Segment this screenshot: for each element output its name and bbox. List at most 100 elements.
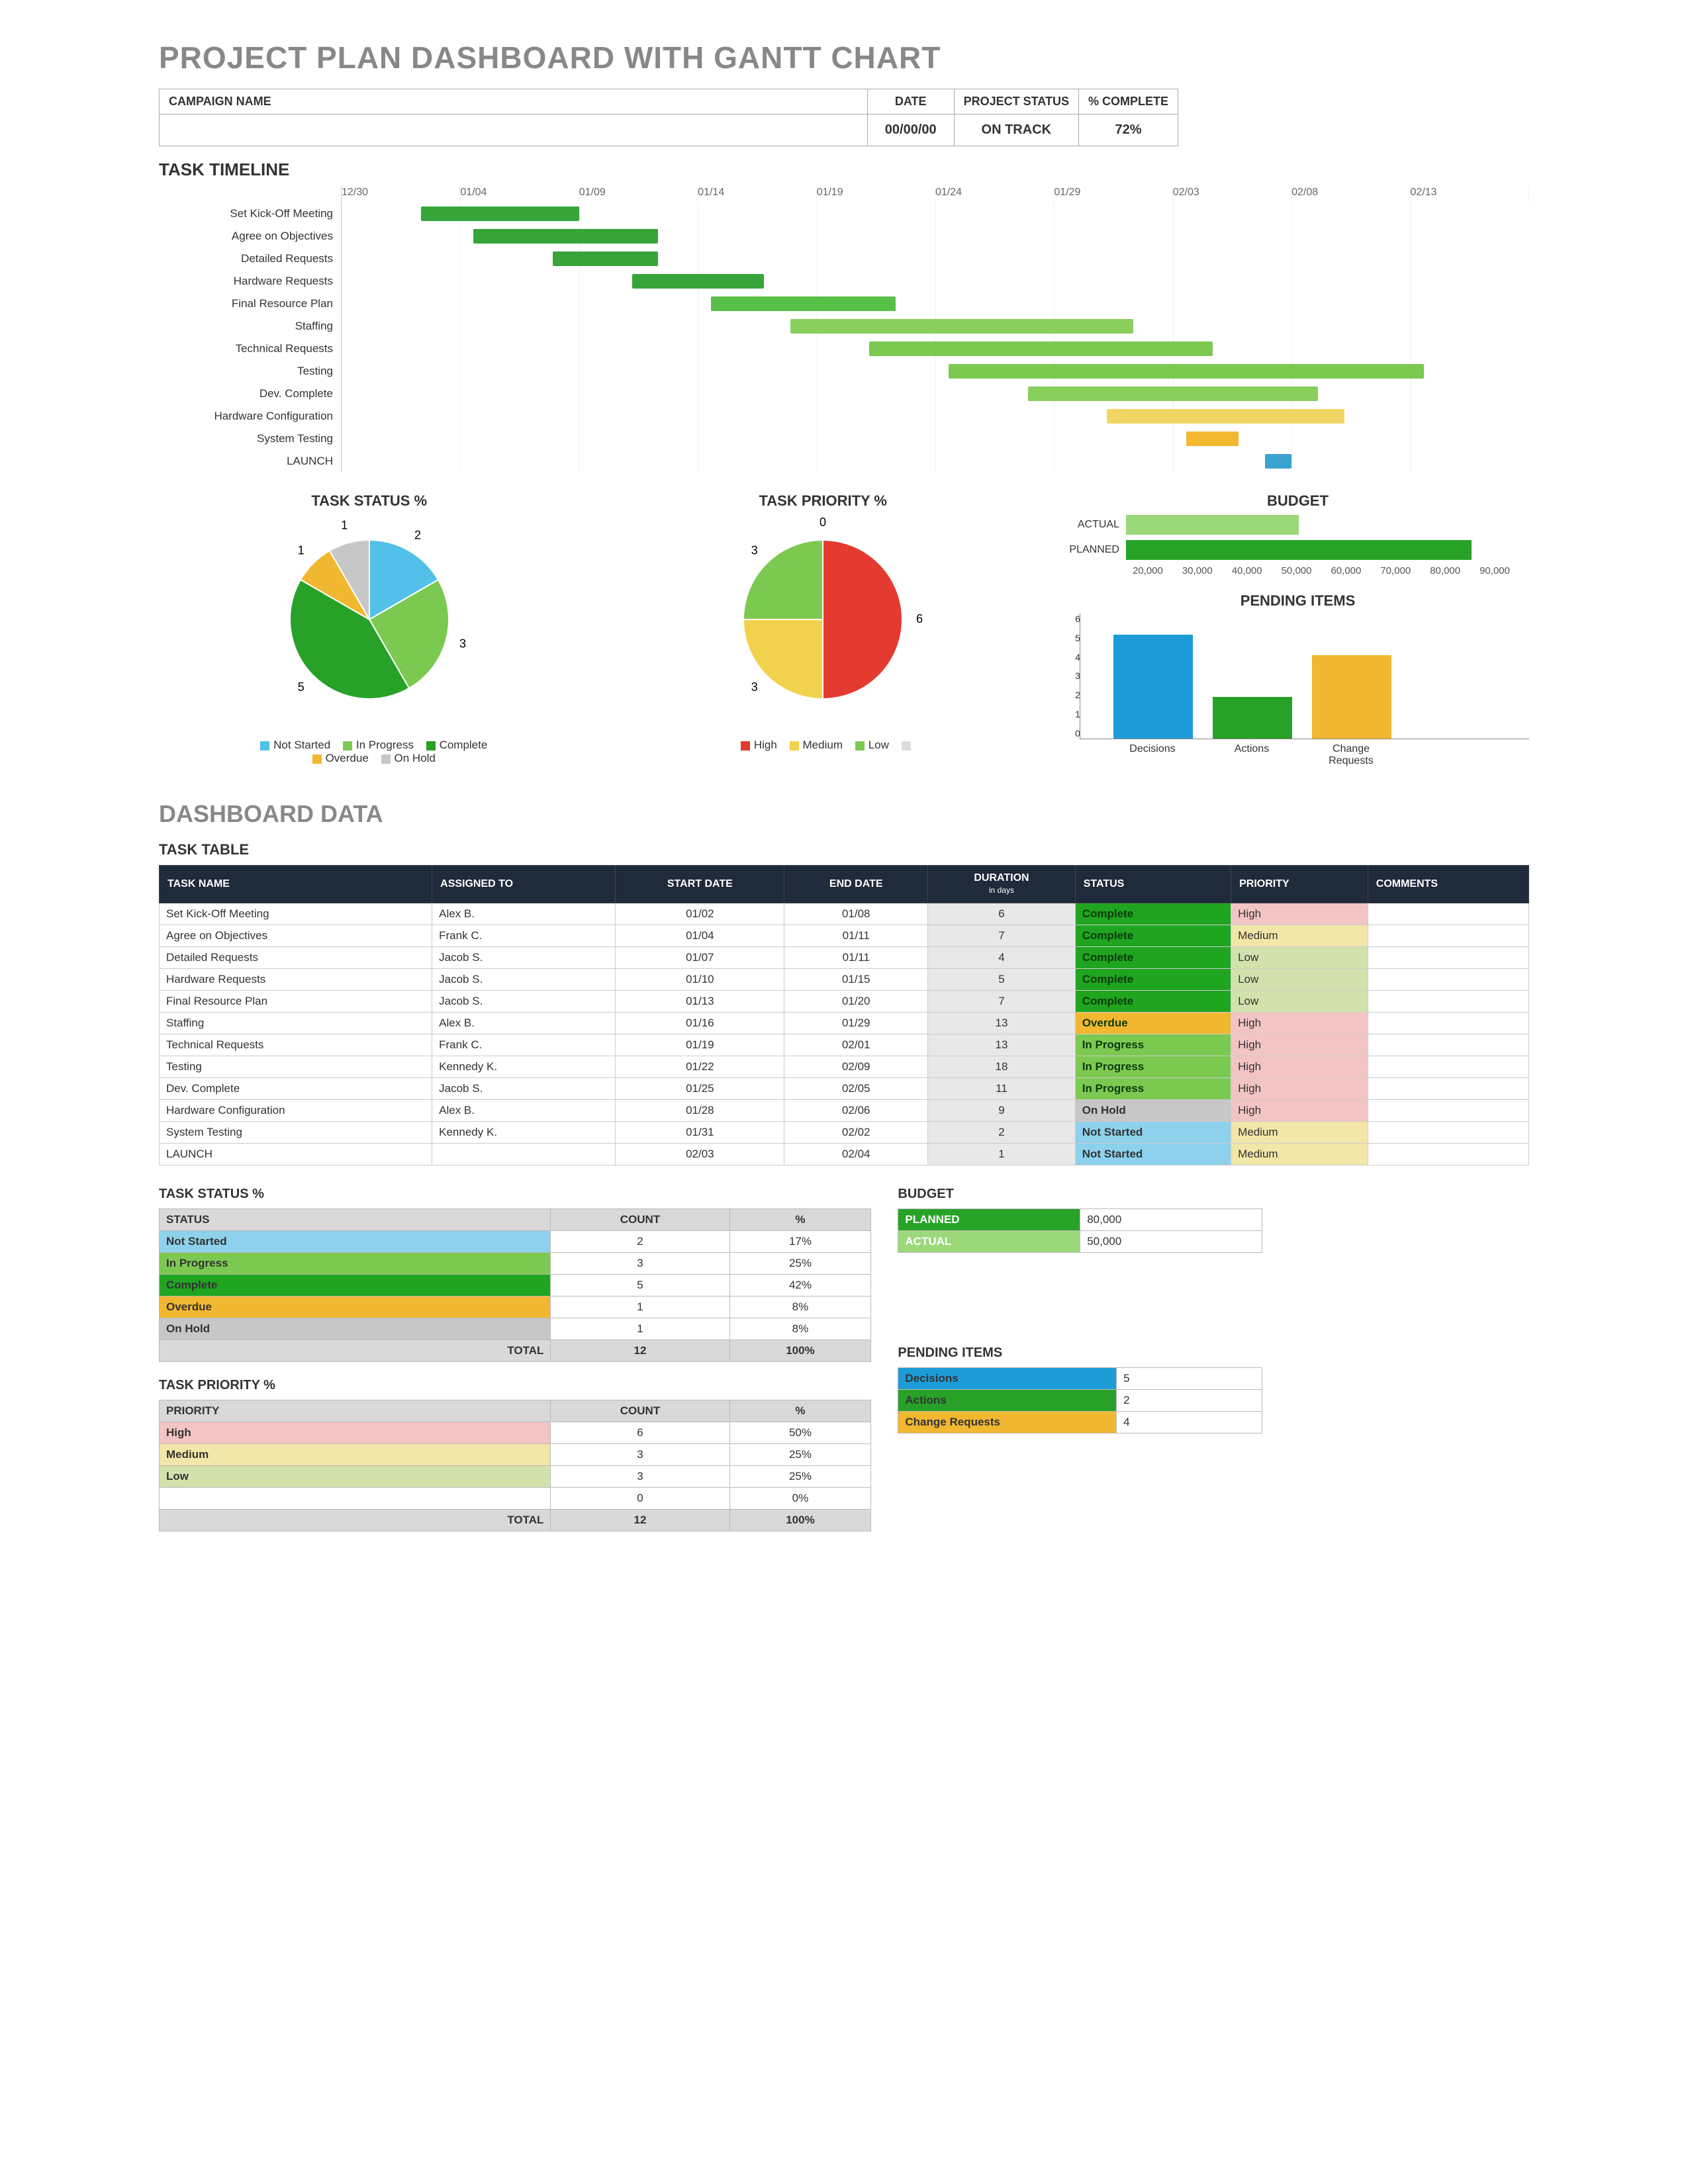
task-status-title: TASK STATUS %: [159, 492, 579, 510]
budget-bar-label: ACTUAL: [1066, 519, 1126, 531]
gantt-task-label: Hardware Configuration: [159, 405, 341, 428]
col-pct: %: [729, 1209, 871, 1231]
task-priority-legend: High Medium Low: [612, 739, 1033, 752]
table-row: High650%: [160, 1422, 871, 1444]
gantt-bar: [1265, 454, 1291, 469]
gantt-tick: 01/29: [1054, 187, 1172, 203]
priority-summary-table: PRIORITY COUNT % High650%Medium325%Low32…: [159, 1400, 871, 1531]
task-col-header: END DATE: [784, 866, 928, 903]
pie-value: 3: [459, 637, 466, 651]
pie-value: 1: [341, 519, 348, 532]
budget-tick: 60,000: [1331, 565, 1380, 576]
table-row: On Hold18%: [160, 1318, 871, 1340]
task-col-header: START DATE: [616, 866, 784, 903]
pending-bar: [1213, 697, 1292, 739]
legend-on-hold: On Hold: [395, 752, 436, 764]
task-col-header: COMMENTS: [1368, 866, 1528, 903]
gantt-tick: 01/24: [935, 187, 1054, 203]
table-row: 00%: [160, 1488, 871, 1510]
budget-tick: 80,000: [1430, 565, 1479, 576]
table-row: Change Requests4: [898, 1412, 1262, 1433]
table-row: Final Resource PlanJacob S.01/1301/207Co…: [160, 991, 1529, 1013]
gantt-bar: [421, 206, 579, 221]
budget-title: BUDGET: [1066, 492, 1529, 510]
gantt-tick: 02/03: [1173, 187, 1291, 203]
task-col-header: PRIORITY: [1231, 866, 1368, 903]
budget-tick: 90,000: [1479, 565, 1529, 576]
legend-high: High: [754, 739, 777, 751]
table-row: TestingKennedy K.01/2202/0918In Progress…: [160, 1056, 1529, 1078]
pie-slice: [823, 540, 902, 699]
pie-value: 3: [751, 680, 758, 694]
task-col-header: DURATIONin days: [928, 866, 1075, 903]
gantt-bar: [632, 274, 764, 289]
gantt-task-label: System Testing: [159, 428, 341, 450]
budget-tick: 70,000: [1380, 565, 1430, 576]
gantt-bar: [473, 229, 658, 244]
budget-and-pending: BUDGET ACTUALPLANNED 20,00030,00040,0005…: [1066, 492, 1529, 767]
task-col-header: STATUS: [1075, 866, 1231, 903]
gantt-task-label: Agree on Objectives: [159, 225, 341, 248]
table-row: Overdue18%: [160, 1297, 871, 1318]
table-row: Medium325%: [160, 1444, 871, 1466]
date-label: DATE: [868, 89, 954, 114]
priority-summary-title: TASK PRIORITY %: [159, 1378, 871, 1393]
pending-label-change: Change Requests: [1311, 743, 1391, 767]
gantt-task-label: Set Kick-Off Meeting: [159, 203, 341, 225]
gantt-task-label: Final Resource Plan: [159, 293, 341, 315]
col-count: COUNT: [551, 1209, 729, 1231]
gantt-tick: 02/13: [1411, 187, 1529, 203]
gantt-tick: 01/09: [579, 187, 698, 203]
gantt-tick: 12/30: [342, 187, 460, 203]
legend-low: Low: [868, 739, 889, 751]
gantt-task-label: Staffing: [159, 315, 341, 338]
legend-medium: Medium: [803, 739, 843, 751]
task-col-header: ASSIGNED TO: [432, 866, 616, 903]
header-box: CAMPAIGN NAME DATE 00/00/00 PROJECT STAT…: [159, 89, 1178, 146]
col-pcount: COUNT: [551, 1400, 729, 1422]
campaign-name-input[interactable]: [160, 114, 867, 140]
pending-label-decisions: Decisions: [1113, 743, 1192, 767]
budget-summary-table: PLANNED80,000ACTUAL50,000: [898, 1208, 1262, 1253]
table-row: Hardware ConfigurationAlex B.01/2802/069…: [160, 1100, 1529, 1122]
pie-value: 2: [414, 528, 421, 541]
gantt-chart: Set Kick-Off MeetingAgree on ObjectivesD…: [159, 187, 1529, 473]
status-summary-title: TASK STATUS %: [159, 1187, 871, 1202]
pending-bar: [1312, 655, 1391, 739]
page-title: PROJECT PLAN DASHBOARD WITH GANTT CHART: [159, 40, 1529, 75]
pending-bar: [1113, 635, 1193, 739]
gantt-task-label: Dev. Complete: [159, 383, 341, 405]
gantt-task-label: Technical Requests: [159, 338, 341, 360]
table-row: Set Kick-Off MeetingAlex B.01/0201/086Co…: [160, 903, 1529, 925]
table-row: Technical RequestsFrank C.01/1902/0113In…: [160, 1034, 1529, 1056]
gantt-bar: [1107, 409, 1344, 424]
table-row: Dev. CompleteJacob S.01/2502/0511In Prog…: [160, 1078, 1529, 1100]
legend-complete: Complete: [440, 739, 488, 751]
pie-value: 1: [297, 544, 304, 557]
budget-tick: 50,000: [1282, 565, 1331, 576]
task-table-title: TASK TABLE: [159, 841, 1529, 858]
pie-value: 5: [297, 680, 304, 694]
table-row: Complete542%: [160, 1275, 871, 1297]
table-row: PLANNED80,000: [898, 1209, 1262, 1231]
gantt-bar: [790, 319, 1133, 334]
status-value[interactable]: ON TRACK: [955, 114, 1078, 146]
table-row: Not Started217%: [160, 1231, 871, 1253]
table-row: LAUNCH02/0302/041Not StartedMedium: [160, 1144, 1529, 1165]
table-row: System TestingKennedy K.01/3102/022Not S…: [160, 1122, 1529, 1144]
gantt-task-label: Detailed Requests: [159, 248, 341, 270]
col-status: STATUS: [160, 1209, 551, 1231]
budget-bar-label: PLANNED: [1066, 544, 1126, 556]
legend-not-started: Not Started: [273, 739, 330, 751]
gantt-tick: 01/19: [817, 187, 935, 203]
table-row: Actions2: [898, 1390, 1262, 1412]
pending-label-actions: Actions: [1212, 743, 1291, 767]
complete-label: % COMPLETE: [1079, 89, 1178, 114]
task-priority-pie: TASK PRIORITY % 6330 High Medium Low: [612, 492, 1033, 767]
gantt-tick: 02/08: [1291, 187, 1410, 203]
gantt-title: TASK TIMELINE: [159, 159, 1529, 180]
date-value[interactable]: 00/00/00: [868, 114, 954, 146]
gantt-tick: 01/04: [460, 187, 579, 203]
legend-overdue: Overdue: [326, 752, 369, 764]
legend-in-progress: In Progress: [356, 739, 414, 751]
